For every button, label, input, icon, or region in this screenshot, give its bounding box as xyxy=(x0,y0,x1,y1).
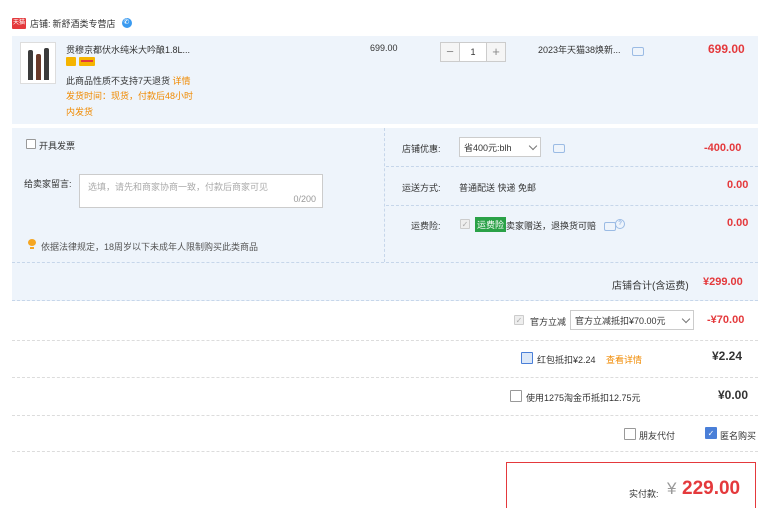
tmall-badge: 天猫 xyxy=(12,17,26,29)
row-divider xyxy=(12,262,758,263)
return-policy-text: 此商品性质不支持7天退货 xyxy=(66,76,171,86)
insurance-text: 卖家赠送，退换货可赔 xyxy=(506,221,597,231)
insurance-badge: 运费险 xyxy=(475,217,507,232)
shop-header: 天猫 店铺: 新舒酒类专营店 ✆ xyxy=(12,14,132,32)
lightbulb-icon xyxy=(28,239,36,249)
help-icon[interactable]: ? xyxy=(615,219,625,229)
store-total-value: ¥299.00 xyxy=(703,276,743,288)
message-placeholder: 选填，请先和商家协商一致，付款后商家可见 xyxy=(88,182,269,192)
coins-label: 使用1275淘金币抵扣12.75元 xyxy=(526,393,641,403)
message-textarea[interactable]: 选填，请先和商家协商一致，付款后商家可见 0/200 xyxy=(79,174,323,208)
bottle-shape xyxy=(36,54,41,80)
coins-checkbox[interactable] xyxy=(510,390,522,402)
promo-text[interactable]: 2023年天猫38焕新... xyxy=(538,43,621,56)
bottle-shape xyxy=(28,50,33,80)
direct-discount-amount: -¥70.00 xyxy=(707,314,745,326)
discount-comment-icon[interactable] xyxy=(553,144,565,153)
redpacket-amount: ¥2.24 xyxy=(712,349,743,363)
insurance-label: 运费险: xyxy=(411,221,441,231)
anonymous-label: 匿名购买 xyxy=(720,431,757,441)
ship-time-line1: 发货时间：现货，付款后48小时 xyxy=(66,91,194,101)
pay-amount: 229.00 xyxy=(682,478,741,499)
message-label: 给卖家留言: xyxy=(24,179,72,189)
order-item: 贯穆京都伏水纯米大吟酿1.8L... 此商品性质不支持7天退货 详情 发货时间：… xyxy=(12,36,758,124)
shop-name[interactable]: 新舒酒类专营店 xyxy=(53,17,116,30)
redpacket-checkbox[interactable] xyxy=(521,352,533,364)
store-discount-select[interactable]: 省400元:blh xyxy=(459,137,541,157)
row-divider xyxy=(386,166,758,167)
chevron-down-icon xyxy=(681,314,691,323)
legal-notice: 依据法律规定，18周岁以下未成年人限制购买此类商品 xyxy=(41,242,259,252)
increment-button[interactable]: + xyxy=(486,42,506,62)
friend-pay-checkbox[interactable] xyxy=(624,428,636,440)
anonymous-checkbox[interactable]: ✓ xyxy=(705,427,717,439)
payment-summary: 实付款: ¥ 229.00 xyxy=(506,462,756,508)
message-counter: 0/200 xyxy=(293,194,316,204)
insurance-amount: 0.00 xyxy=(727,217,749,229)
direct-discount-checkbox: ✓ xyxy=(514,315,524,325)
summary-divider xyxy=(12,415,758,416)
ship-time-line2: 内发货 xyxy=(66,107,94,117)
direct-discount-label: 官方立减 xyxy=(530,317,567,327)
store-discount-value: 省400元:blh xyxy=(464,142,512,153)
invoice-label: 开具发票 xyxy=(39,141,76,151)
shipping-label: 运送方式: xyxy=(402,183,441,193)
decrement-button[interactable]: − xyxy=(440,42,460,62)
order-options xyxy=(12,128,758,301)
chat-icon[interactable]: ✆ xyxy=(121,18,132,28)
coins-amount: ¥0.00 xyxy=(718,388,749,402)
product-title[interactable]: 贯穆京都伏水纯米大吟酿1.8L... xyxy=(66,43,190,56)
store-total-label: 店铺合计(含运费) xyxy=(612,281,689,292)
product-image[interactable] xyxy=(20,42,56,84)
pay-label: 实付款: xyxy=(629,489,659,499)
promo-comment-icon[interactable] xyxy=(632,47,644,56)
store-discount-label: 店铺优惠: xyxy=(402,144,441,154)
quantity-stepper[interactable]: − 1 + xyxy=(440,42,506,62)
shipping-amount: 0.00 xyxy=(727,179,749,191)
summary-divider xyxy=(12,377,758,378)
direct-discount-value: 官方立减抵扣¥70.00元 xyxy=(575,315,666,326)
row-divider xyxy=(386,205,758,206)
chevron-down-icon xyxy=(528,141,538,150)
pay-currency: ¥ xyxy=(667,479,677,498)
summary-divider xyxy=(12,340,758,341)
shop-prefix: 店铺: xyxy=(30,18,51,29)
service-icons xyxy=(66,57,95,66)
details-link[interactable]: 详情 xyxy=(173,76,191,86)
invoice-checkbox[interactable] xyxy=(26,139,36,149)
friend-pay-label: 朋友代付 xyxy=(639,431,676,441)
options-divider xyxy=(384,128,385,262)
quantity-input[interactable]: 1 xyxy=(460,42,486,62)
guarantee-icon xyxy=(66,57,76,66)
shipping-value: 普通配送 快递 免邮 xyxy=(459,183,537,193)
bottle-shape xyxy=(44,48,49,80)
item-subtotal: 699.00 xyxy=(708,42,745,56)
direct-discount-select[interactable]: 官方立减抵扣¥70.00元 xyxy=(570,310,694,330)
unit-price: 699.00 xyxy=(370,43,398,53)
return-policy: 此商品性质不支持7天退货 详情 xyxy=(66,74,191,87)
credit-card-icon xyxy=(79,57,95,66)
redpacket-details-link[interactable]: 查看详情 xyxy=(606,353,642,366)
store-discount-amount: -400.00 xyxy=(704,142,742,154)
redpacket-label: 红包抵扣¥2.24 xyxy=(537,355,596,365)
summary-divider xyxy=(12,451,758,452)
insurance-checkbox: ✓ xyxy=(460,219,470,229)
